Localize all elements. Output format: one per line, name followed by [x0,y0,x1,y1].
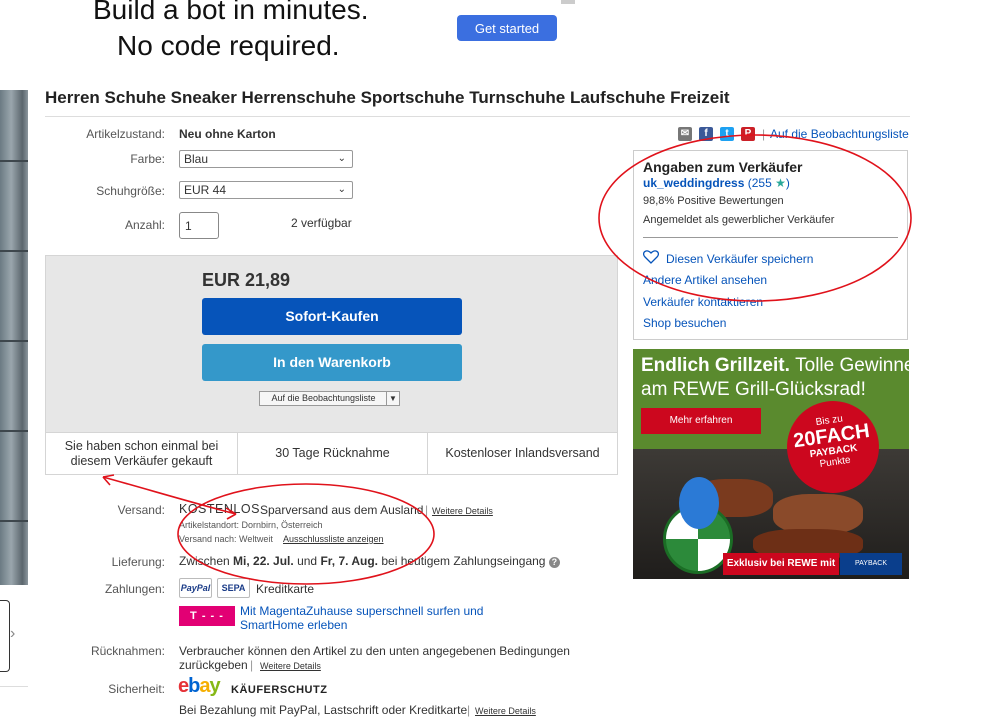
shipping-highlight-ellipse [177,483,435,585]
annotation-overlay [102,134,912,585]
seller-highlight-ellipse [598,134,912,302]
annotation-arrow [102,476,237,515]
